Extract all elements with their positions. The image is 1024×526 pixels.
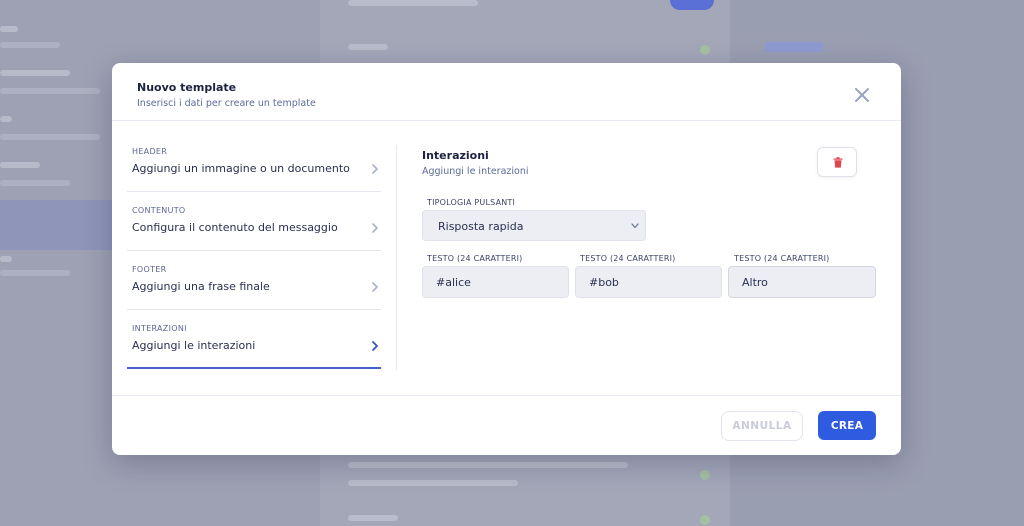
text-field-label: TESTO (24 CARATTERI) — [427, 254, 523, 263]
delete-button[interactable] — [817, 147, 857, 177]
panel-title: Interazioni — [422, 149, 489, 162]
close-icon — [855, 88, 869, 102]
step-description: Configura il contenuto del messaggio — [132, 221, 338, 234]
button-type-value: Risposta rapida — [438, 220, 524, 233]
button-type-select[interactable]: Risposta rapida — [422, 210, 646, 241]
chevron-right-icon — [370, 160, 380, 174]
create-button[interactable]: CREA — [818, 411, 876, 440]
chevron-down-icon — [631, 223, 639, 229]
button-type-label: TIPOLOGIA PULSANTI — [427, 198, 516, 207]
step-label: INTERAZIONI — [132, 324, 187, 333]
step-label: FOOTER — [132, 265, 167, 274]
text-field-label: TESTO (24 CARATTERI) — [580, 254, 676, 263]
panel-subtitle: Aggiungi le interazioni — [422, 166, 529, 177]
button-text-input-2[interactable] — [575, 266, 722, 298]
button-text-input-3[interactable] — [728, 266, 876, 298]
cancel-button[interactable]: ANNULLA — [721, 411, 803, 441]
modal-title: Nuovo template — [137, 81, 237, 94]
step-description: Aggiungi un immagine o un documento — [132, 162, 350, 175]
step-interazioni[interactable]: INTERAZIONI Aggiungi le interazioni — [127, 310, 381, 369]
step-contenuto[interactable]: CONTENUTO Configura il contenuto del mes… — [127, 192, 381, 251]
modal-subtitle: Inserisci i dati per creare un template — [137, 98, 316, 109]
button-text-input-1[interactable] — [422, 266, 569, 298]
step-label: CONTENUTO — [132, 206, 186, 215]
text-field-label: TESTO (24 CARATTERI) — [734, 254, 830, 263]
chevron-right-icon — [370, 337, 380, 351]
step-label: HEADER — [132, 147, 168, 156]
new-template-modal: Nuovo template Inserisci i dati per crea… — [112, 63, 901, 455]
step-description: Aggiungi una frase finale — [132, 280, 270, 293]
template-steps: HEADER Aggiungi un immagine o un documen… — [127, 133, 381, 369]
modal-header: Nuovo template Inserisci i dati per crea… — [112, 63, 901, 121]
step-header[interactable]: HEADER Aggiungi un immagine o un documen… — [127, 133, 381, 192]
divider — [396, 145, 397, 370]
chevron-right-icon — [370, 219, 380, 233]
trash-icon — [833, 157, 843, 168]
step-footer[interactable]: FOOTER Aggiungi una frase finale — [127, 251, 381, 310]
footer-divider — [112, 395, 901, 396]
chevron-right-icon — [370, 278, 380, 292]
close-button[interactable] — [852, 85, 872, 105]
step-description: Aggiungi le interazioni — [132, 339, 256, 352]
